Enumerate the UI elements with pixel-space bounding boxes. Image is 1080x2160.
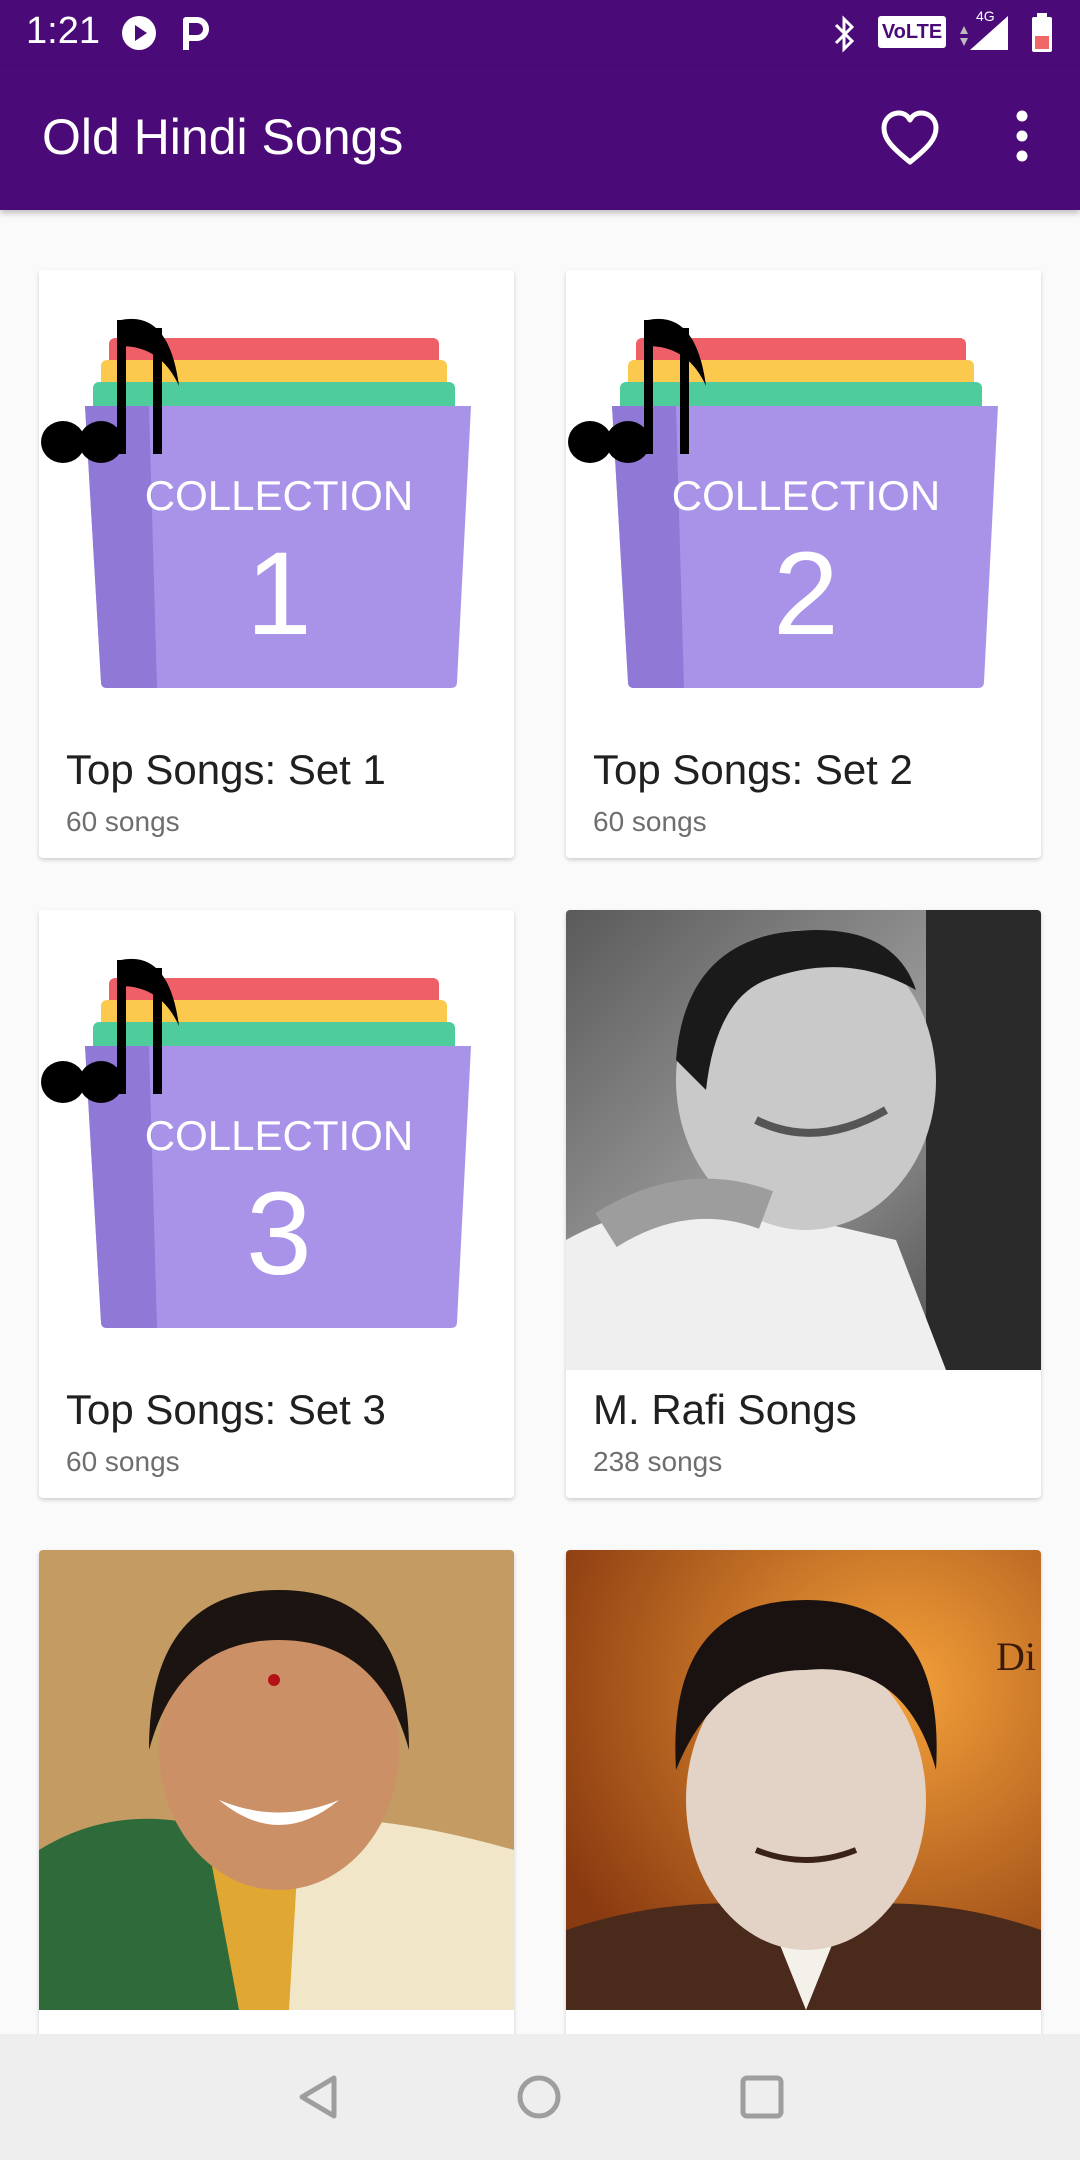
play-circle-icon (122, 16, 156, 50)
parking-app-icon (183, 17, 209, 50)
photo-text: Di (996, 1634, 1036, 1679)
collection-card[interactable]: COLLECTION 3 Top Songs: Set 3 60 songs (39, 910, 514, 1498)
collection-card[interactable]: COLLECTION 2 Top Songs: Set 2 60 songs (566, 270, 1041, 858)
collection-title: Top Songs: Set 3 (66, 1386, 386, 1433)
heart-outline-icon[interactable] (880, 110, 940, 166)
status-time: 1:21 (26, 10, 100, 52)
artist-photo: Di (566, 1550, 1041, 2010)
collection-art-label: COLLECTION (145, 472, 413, 519)
collection-song-count: 60 songs (66, 1446, 180, 1477)
app-title: Old Hindi Songs (42, 109, 404, 165)
collection-card[interactable]: COLLECTION 1 Top Songs: Set 1 60 songs (39, 270, 514, 858)
collection-art: COLLECTION 1 (39, 270, 514, 730)
collection-song-count: 60 songs (593, 806, 707, 837)
bluetooth-icon (834, 15, 855, 53)
recents-icon[interactable] (739, 2074, 785, 2120)
network-type-label: 4G (976, 8, 995, 24)
system-nav-bar (0, 2034, 1080, 2160)
collection-song-count: 60 songs (66, 806, 180, 837)
collection-art-number: 2 (773, 528, 839, 660)
collection-title: M. Rafi Songs (593, 1386, 857, 1433)
volte-icon: VoLTE (878, 16, 946, 48)
back-icon[interactable] (296, 2074, 342, 2120)
collection-title: Top Songs: Set 2 (593, 746, 913, 793)
status-bar: 1:21 VoLTE 4G (0, 0, 1080, 66)
collection-art: COLLECTION 3 (39, 910, 514, 1370)
collection-art-label: COLLECTION (145, 1112, 413, 1159)
collection-art-number: 3 (246, 1168, 312, 1300)
collection-card[interactable]: M. Rafi Songs 238 songs (566, 910, 1041, 1498)
collection-song-count: 238 songs (593, 1446, 723, 1477)
collection-art-number: 1 (246, 528, 312, 660)
collection-art: COLLECTION 2 (566, 270, 1041, 730)
home-icon[interactable] (516, 2074, 562, 2120)
collection-art-label: COLLECTION (672, 472, 940, 519)
artist-photo (39, 1550, 514, 2010)
artist-photo (566, 910, 1041, 1370)
battery-icon (1032, 13, 1052, 52)
more-vert-icon[interactable] (1000, 106, 1040, 166)
app-bar: Old Hindi Songs (0, 66, 1080, 210)
collection-title: Top Songs: Set 1 (66, 746, 386, 793)
